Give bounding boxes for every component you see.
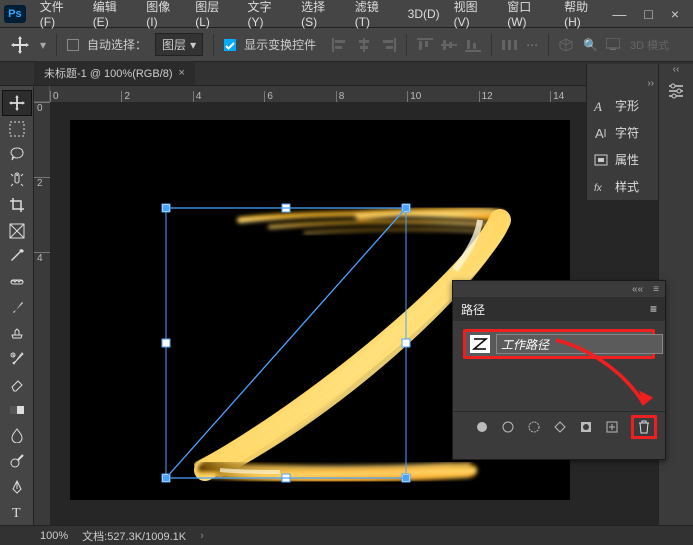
panel-menu-icon[interactable]: ≡ xyxy=(653,284,659,295)
menu-edit[interactable]: 编辑(E) xyxy=(87,0,139,33)
3d-mode-box-icon[interactable] xyxy=(559,38,575,52)
panel-options-icon[interactable]: ≡ xyxy=(650,302,657,316)
doc-info[interactable]: 文档:527.3K/1009.1K xyxy=(82,528,186,544)
brush-tool[interactable] xyxy=(2,295,32,321)
blur-tool[interactable] xyxy=(2,423,32,449)
menubar: Ps 文件(F) 编辑(E) 图像(I) 图层(L) 文字(Y) 选择(S) 滤… xyxy=(0,0,693,28)
history-brush-tool[interactable] xyxy=(2,346,32,372)
quick-selection-tool[interactable] xyxy=(2,167,32,193)
align-left-icon[interactable] xyxy=(332,38,348,52)
close-tab-icon[interactable]: × xyxy=(179,67,185,79)
dock-collapse-icon[interactable]: ‹‹ xyxy=(659,64,693,78)
menu-3d[interactable]: 3D(D) xyxy=(402,3,446,25)
fill-path-icon[interactable] xyxy=(475,420,489,434)
properties-panel-item[interactable]: 属性 xyxy=(587,146,658,173)
window-controls: — □ × xyxy=(612,6,693,22)
window-close-icon[interactable]: × xyxy=(671,6,679,22)
styles-panel-item[interactable]: fx 样式 xyxy=(587,173,658,200)
work-path-row[interactable] xyxy=(463,329,655,359)
menu-layer[interactable]: 图层(L) xyxy=(189,0,239,33)
move-tool-indicator-icon[interactable] xyxy=(8,33,32,57)
screen-mode-icon[interactable] xyxy=(606,38,622,52)
distribute-h-icon[interactable] xyxy=(502,38,518,52)
paths-panel-footer xyxy=(453,411,665,441)
crop-tool[interactable] xyxy=(2,192,32,218)
svg-text:fx: fx xyxy=(594,183,603,194)
selection-to-path-icon[interactable] xyxy=(553,420,567,434)
menu-image[interactable]: 图像(I) xyxy=(140,0,187,33)
auto-select-checkbox[interactable] xyxy=(67,39,79,51)
show-transform-controls-label: 显示变换控件 xyxy=(244,36,316,53)
more-options-icon[interactable]: ⋯ xyxy=(526,38,538,52)
pen-tool[interactable] xyxy=(2,474,32,500)
path-thumbnail xyxy=(470,335,490,353)
panel-collapse-icon[interactable]: ›› xyxy=(587,78,658,92)
gradient-tool[interactable] xyxy=(2,397,32,423)
lasso-tool[interactable] xyxy=(2,141,32,167)
rectangular-marquee-tool[interactable] xyxy=(2,116,32,142)
clone-stamp-tool[interactable] xyxy=(2,320,32,346)
path-name-input[interactable] xyxy=(496,334,663,354)
menu-filter[interactable]: 滤镜(T) xyxy=(349,0,400,33)
glyphs-panel-item[interactable]: A 字形 xyxy=(587,92,658,119)
stroke-path-icon[interactable] xyxy=(501,420,515,434)
new-path-icon[interactable] xyxy=(605,420,619,434)
dock-settings-icon[interactable] xyxy=(661,78,691,104)
delete-path-highlight xyxy=(631,415,657,439)
window-maximize-icon[interactable]: □ xyxy=(644,6,652,22)
type-tool[interactable]: T xyxy=(2,499,32,525)
chevron-down-icon[interactable]: ▾ xyxy=(40,38,46,52)
menu-help[interactable]: 帮助(H) xyxy=(558,0,610,33)
options-bar: ▾ 自动选择： 图层 ▾ 显示变换控件 ⋯ 🔍 3D 模式 xyxy=(0,28,693,62)
zoom-level[interactable]: 100% xyxy=(40,530,68,542)
align-center-v-icon[interactable] xyxy=(441,38,457,52)
menu-view[interactable]: 视图(V) xyxy=(448,0,500,33)
character-panel-item[interactable]: A 字符 xyxy=(587,119,658,146)
delete-path-icon[interactable] xyxy=(637,420,651,434)
paths-panel[interactable]: «« ≡ 路径 ≡ xyxy=(452,280,666,460)
add-mask-icon[interactable] xyxy=(579,420,593,434)
panel-collapse-icon[interactable]: «« xyxy=(632,284,643,295)
status-more-icon[interactable]: › xyxy=(200,530,204,542)
svg-text:T: T xyxy=(12,506,21,520)
menu-type[interactable]: 文字(Y) xyxy=(242,0,294,33)
align-bottom-icon[interactable] xyxy=(465,38,481,52)
show-transform-controls-checkbox[interactable] xyxy=(224,39,236,51)
eyedropper-tool[interactable] xyxy=(2,244,32,270)
ruler-origin[interactable] xyxy=(34,86,50,102)
spot-healing-tool[interactable] xyxy=(2,269,32,295)
right-panels: ›› A 字形 A 字符 属性 fx 样式 xyxy=(586,64,658,200)
path-to-selection-icon[interactable] xyxy=(527,420,541,434)
search-icon[interactable]: 🔍 xyxy=(583,38,598,52)
dodge-tool[interactable] xyxy=(2,448,32,474)
eraser-tool[interactable] xyxy=(2,372,32,398)
status-bar: 100% 文档:527.3K/1009.1K › xyxy=(0,525,693,545)
svg-text:A: A xyxy=(593,99,602,114)
menu-select[interactable]: 选择(S) xyxy=(295,0,347,33)
align-right-icon[interactable] xyxy=(380,38,396,52)
window-minimize-icon[interactable]: — xyxy=(612,6,626,22)
document-tab-title: 未标题-1 @ 100%(RGB/8) xyxy=(44,65,173,81)
menu-window[interactable]: 窗口(W) xyxy=(501,0,556,33)
svg-text:A: A xyxy=(595,126,604,141)
alignment-icons-group: ⋯ 🔍 3D 模式 xyxy=(332,34,669,56)
align-center-h-icon[interactable] xyxy=(356,38,372,52)
3d-mode-label: 3D 模式 xyxy=(630,37,669,53)
frame-tool[interactable] xyxy=(2,218,32,244)
ruler-vertical[interactable]: 024 xyxy=(34,102,50,525)
tools-palette: T xyxy=(0,86,34,525)
chevron-down-icon: ▾ xyxy=(190,38,196,52)
paths-panel-title[interactable]: 路径 xyxy=(461,301,485,318)
auto-select-label: 自动选择： xyxy=(87,36,147,53)
document-tab[interactable]: 未标题-1 @ 100%(RGB/8) × xyxy=(34,61,195,85)
ps-logo: Ps xyxy=(4,5,26,23)
move-tool[interactable] xyxy=(2,90,32,116)
align-top-icon[interactable] xyxy=(417,38,433,52)
auto-select-target-dropdown[interactable]: 图层 ▾ xyxy=(155,33,203,56)
menu-file[interactable]: 文件(F) xyxy=(34,0,85,33)
